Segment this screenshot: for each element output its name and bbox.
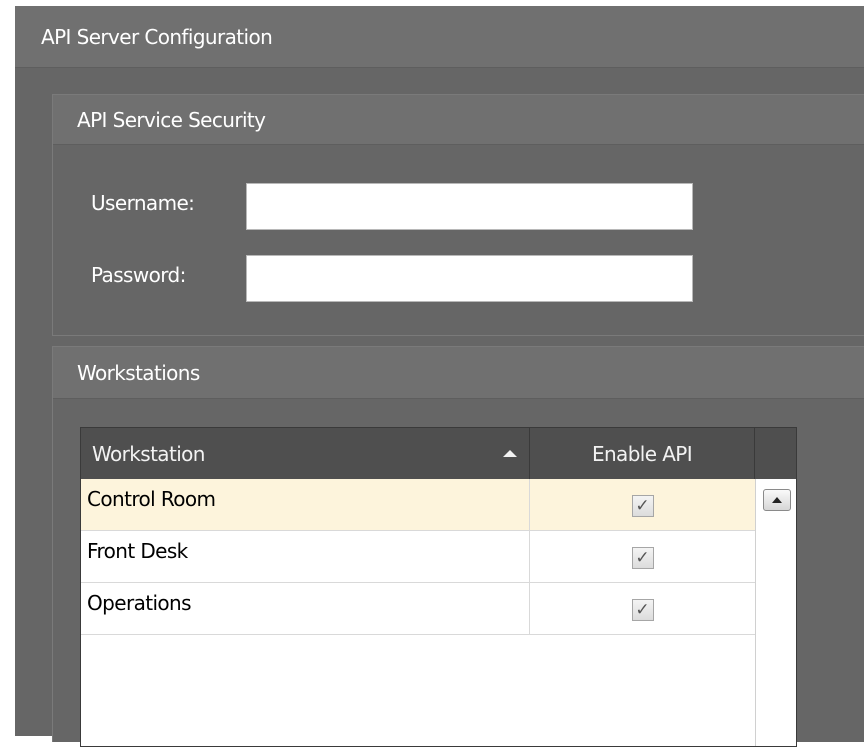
workstation-name-cell: Control Room [81, 479, 530, 530]
username-label: Username: [91, 191, 195, 215]
sort-ascending-icon [503, 450, 517, 457]
scroll-up-button[interactable] [763, 489, 791, 511]
table-row[interactable]: Control Room ✓ [81, 479, 755, 531]
window-header: API Server Configuration [15, 6, 864, 68]
scroll-up-arrow-icon [772, 497, 782, 503]
password-label: Password: [91, 263, 186, 287]
grid-rows: Control Room ✓ Front Desk ✓ Operations ✓ [81, 479, 755, 635]
workstation-name-cell: Operations [81, 583, 530, 634]
enable-api-checkbox[interactable]: ✓ [631, 495, 654, 517]
security-panel-title: API Service Security [77, 107, 266, 132]
enable-api-cell: ✓ [530, 531, 755, 582]
table-row[interactable]: Front Desk ✓ [81, 531, 755, 583]
table-row[interactable]: Operations ✓ [81, 583, 755, 635]
api-server-config-window: API Server Configuration API Service Sec… [15, 6, 864, 747]
window-title: API Server Configuration [41, 24, 273, 49]
column-header-workstation[interactable]: Workstation [81, 428, 530, 479]
enable-api-checkbox[interactable]: ✓ [631, 547, 654, 569]
column-header-workstation-label: Workstation [92, 441, 205, 466]
api-security-panel: API Service Security Username: Password: [52, 94, 864, 336]
username-input[interactable] [246, 183, 693, 230]
enable-api-checkbox[interactable]: ✓ [631, 599, 654, 621]
workstations-panel-title: Workstations [77, 360, 200, 385]
security-panel-header: API Service Security [53, 95, 864, 145]
workstations-grid: Workstation Enable API Control Room ✓ Fr… [80, 427, 797, 747]
column-header-filler [755, 428, 796, 479]
workstations-panel: Workstations Workstation Enable API Cont… [52, 346, 864, 747]
workstation-name-cell: Front Desk [81, 531, 530, 582]
password-input[interactable] [246, 255, 693, 302]
column-header-enable-api-label: Enable API [591, 441, 693, 466]
grid-header-row: Workstation Enable API [81, 428, 796, 479]
column-header-enable-api[interactable]: Enable API [530, 428, 755, 479]
vertical-scrollbar[interactable] [755, 479, 796, 746]
enable-api-cell: ✓ [530, 583, 755, 634]
workstations-panel-header: Workstations [53, 347, 864, 399]
enable-api-cell: ✓ [530, 479, 755, 530]
